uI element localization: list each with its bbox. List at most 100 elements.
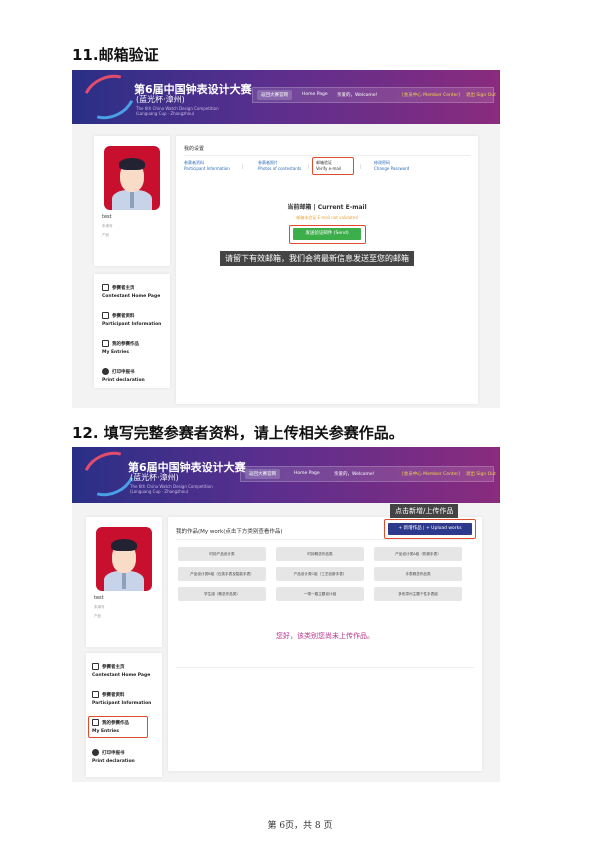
divider (176, 539, 474, 540)
profile-card: test 未填写 产品 (86, 517, 162, 647)
side-menu: 参赛者主页 Contestant Home Page 参赛者资料 Partici… (94, 274, 170, 388)
avatar (104, 146, 160, 210)
home-page-link[interactable]: Home Page (294, 471, 320, 476)
sign-out-link[interactable]: 退出 Sign Out (466, 471, 496, 477)
works-panel: 我的作品(My work(点击下方类别查看作品) 点击新增/上传作品 + 新增作… (168, 504, 482, 771)
panel-title: 我的设置 (184, 146, 205, 152)
banner-english-subtitle: (Languang Cup · Zhangzhou) (130, 489, 189, 494)
user-name: test (94, 595, 104, 601)
divider (184, 155, 470, 156)
print-icon (92, 749, 99, 756)
user-info-line1: 未填写 (102, 224, 113, 228)
menu-info-zh: 参赛者资料 (112, 314, 135, 319)
tab-label-en: Change Password (374, 166, 410, 171)
tab-label-en: Photos of contestants (258, 166, 302, 171)
menu-home-zh: 参赛者主页 (102, 665, 125, 670)
user-info-line2: 产品 (94, 614, 101, 618)
user-info-line2: 产品 (102, 233, 109, 237)
section-heading-upload: 12. 填写完整参赛者资料，请上传相关参赛作品。 (72, 424, 404, 442)
category-button[interactable]: 手表概念作品类 (374, 567, 462, 581)
member-center-link[interactable]: [会员中心 Member Center] (402, 92, 460, 98)
current-email-label: 当前邮箱 | Current E-mail (287, 204, 367, 211)
category-button[interactable]: 学生组（概念作品类） (178, 587, 266, 601)
screenshot-email-verify: 第6届中国钟表设计大赛 (蓝光杯·漳州) The 6th China Watch… (72, 70, 500, 408)
user-name: test (102, 214, 112, 220)
section-heading-email-verify: 11.邮箱验证 (72, 46, 159, 64)
avatar-tie (122, 573, 126, 589)
highlight-box (88, 716, 148, 738)
menu-home-zh: 参赛者主页 (112, 286, 135, 291)
menu-item-entries[interactable]: 我的参赛作品 My Entries (102, 340, 139, 355)
menu-item-info[interactable]: 参赛者资料 Participant Information (102, 312, 161, 327)
home-icon (102, 284, 109, 291)
highlight-box (312, 157, 354, 175)
tab-participant-info[interactable]: 参赛者资料 Participant Information (184, 160, 230, 171)
back-to-site-link[interactable]: 返回大赛官网 (257, 90, 292, 100)
tab-separator: | (308, 164, 310, 169)
category-button[interactable]: 时钟概念作品类 (276, 547, 364, 561)
instruction-tip: 请留下有效邮箱，我们会将最新信息发送至您的邮箱 (220, 251, 414, 266)
menu-info-en: Participant Information (102, 322, 162, 327)
upload-tip: 点击新增/上传作品 (390, 504, 459, 518)
avatar (96, 527, 152, 591)
home-page-link[interactable]: Home Page (302, 92, 328, 97)
menu-item-home[interactable]: 参赛者主页 Contestant Home Page (102, 284, 160, 299)
menu-print-zh: 打印申报书 (112, 370, 135, 375)
home-icon (92, 663, 99, 670)
page-footer: 第 6页，共 8 页 (267, 821, 333, 831)
tab-separator: | (360, 164, 362, 169)
welcome-text: 亲爱的，Welcome! (337, 93, 378, 98)
banner-english-subtitle: (Languang Cup · Zhangzhou) (136, 111, 195, 116)
menu-print-en: Print declaration (92, 759, 135, 764)
side-menu: 参赛者主页 Contestant Home Page 参赛者资料 Partici… (86, 653, 162, 777)
sign-out-link[interactable]: 退出 Sign Out (466, 92, 496, 98)
member-center-link[interactable]: [会员中心 Member Center] (402, 471, 460, 477)
site-banner: 第6届中国钟表设计大赛 (蓝光杯·漳州) The 6th China Watch… (72, 70, 500, 124)
user-info-line1: 未填写 (94, 605, 105, 609)
pencil-icon (92, 691, 99, 698)
category-button[interactable]: 多彩漳州主题个性手表组 (374, 587, 462, 601)
tab-change-password[interactable]: 修改密码 Change Password (374, 160, 409, 171)
menu-print-zh: 打印申报书 (102, 751, 125, 756)
menu-item-print[interactable]: 打印申报书 Print declaration (102, 368, 145, 383)
category-button[interactable]: 一带一路主题设计组 (276, 587, 364, 601)
highlight-box (384, 519, 476, 539)
tab-label-en: Participant Information (184, 166, 230, 171)
settings-panel: 我的设置 参赛者资料 Participant Information | 参赛者照… (176, 136, 478, 404)
welcome-text: 亲爱的，Welcome! (334, 472, 375, 477)
camera-icon (102, 340, 109, 347)
screenshot-upload: 第6届中国钟表设计大赛 (蓝光杯·漳州) The 6th China Watch… (72, 447, 500, 782)
email-status: 邮箱未验证 E-mail not validated (296, 215, 358, 220)
category-button[interactable]: 产品设计类B组（石英手表及智能手表） (178, 567, 266, 581)
menu-home-en: Contestant Home Page (92, 673, 151, 678)
tab-separator: | (242, 164, 244, 169)
menu-info-en: Participant Information (92, 701, 152, 706)
menu-entries-en: My Entries (102, 350, 129, 355)
avatar-hair (111, 539, 137, 551)
divider (176, 667, 474, 668)
back-to-site-link[interactable]: 返回大赛官网 (245, 469, 280, 479)
empty-message: 您好，该类别您尚未上传作品。 (276, 632, 374, 640)
menu-item-print[interactable]: 打印申报书 Print declaration (92, 749, 135, 764)
logo-icon (75, 70, 143, 124)
banner-subtitle: (蓝光杯·漳州) (136, 95, 185, 104)
category-button[interactable]: 产品设计类A组（机械手表） (374, 547, 462, 561)
pencil-icon (102, 312, 109, 319)
banner-subtitle: (蓝光杯·漳州) (130, 473, 179, 482)
menu-home-en: Contestant Home Page (102, 294, 161, 299)
panel-title: 我的作品(My work(点击下方类别查看作品) (176, 529, 283, 535)
category-button[interactable]: 时钟产品设计类 (178, 547, 266, 561)
avatar-tie (130, 192, 134, 208)
menu-print-en: Print declaration (102, 378, 145, 383)
print-icon (102, 368, 109, 375)
menu-item-info[interactable]: 参赛者资料 Participant Information (92, 691, 151, 706)
profile-card: test 未填写 产品 (94, 136, 170, 266)
category-button[interactable]: 产品设计类C组（工艺创新手表） (276, 567, 364, 581)
menu-info-zh: 参赛者资料 (102, 693, 125, 698)
menu-entries-zh: 我的参赛作品 (112, 342, 139, 347)
menu-item-home[interactable]: 参赛者主页 Contestant Home Page (92, 663, 150, 678)
highlight-box (289, 225, 366, 244)
tab-photos[interactable]: 参赛者照片 Photos of contestants (258, 160, 301, 171)
avatar-hair (119, 158, 145, 170)
site-banner: 第6届中国钟表设计大赛 (蓝光杯·漳州) The 6th China Watch… (72, 447, 500, 503)
